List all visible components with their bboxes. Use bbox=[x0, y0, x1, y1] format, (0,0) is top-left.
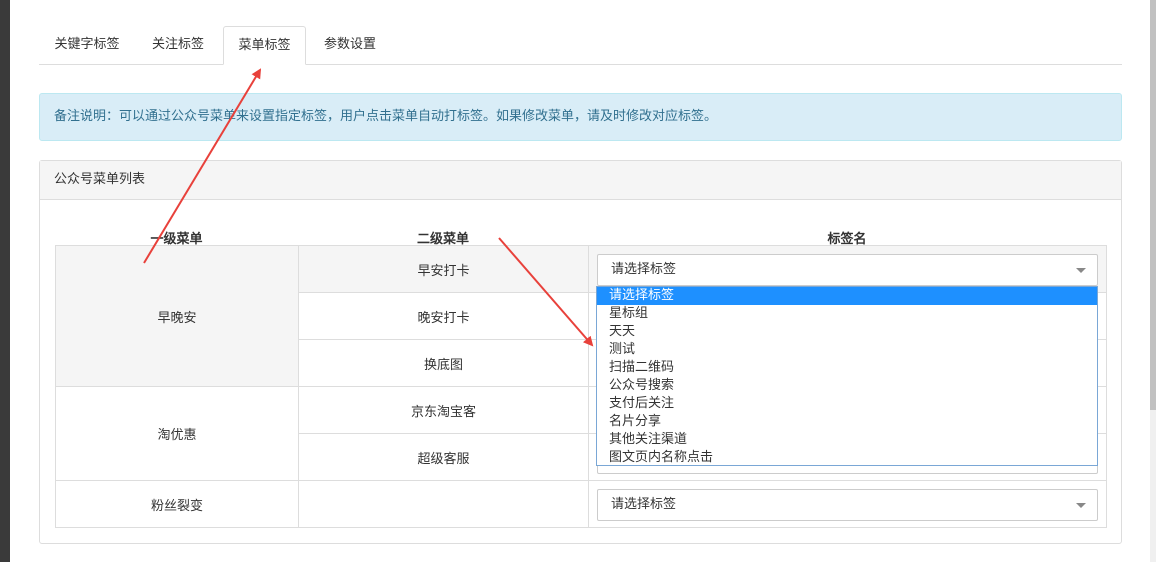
tag-select[interactable]: 请选择标签 bbox=[597, 254, 1098, 286]
secondary-menu-label: 换底图 bbox=[423, 357, 463, 373]
tab-keyword-tags[interactable]: 关键字标签 bbox=[39, 26, 135, 63]
tag-select[interactable]: 请选择标签 bbox=[597, 489, 1098, 521]
info-alert: 备注说明：可以通过公众号菜单来设置指定标签，用户点击菜单自动打标签。如果修改菜单… bbox=[39, 93, 1122, 141]
left-dark-sidebar bbox=[0, 0, 10, 562]
tab-follow-tags[interactable]: 关注标签 bbox=[138, 26, 218, 63]
dropdown-option[interactable]: 测试 bbox=[597, 341, 1097, 359]
tab-menu-tags[interactable]: 菜单标签 bbox=[223, 26, 306, 65]
secondary-menu-label: 京东淘宝客 bbox=[410, 404, 476, 420]
tag-select-value: 请选择标签 bbox=[611, 262, 677, 277]
scrollbar[interactable] bbox=[1150, 0, 1156, 562]
primary-menu-cell: 早晚安 bbox=[55, 245, 299, 387]
dropdown-option[interactable]: 名片分享 bbox=[597, 413, 1097, 431]
tab-parameter-settings[interactable]: 参数设置 bbox=[310, 26, 390, 63]
dropdown-option[interactable]: 公众号搜索 bbox=[597, 377, 1097, 395]
primary-menu-cell: 淘优惠 bbox=[55, 386, 299, 481]
tag-dropdown-list[interactable]: 请选择标签 星标组 天天 测试 扫描二维码 公众号搜索 支付后关注 名片分享 其… bbox=[596, 286, 1098, 466]
primary-menu-cell: 粉丝裂变 bbox=[55, 480, 299, 528]
secondary-menu-cell: 京东淘宝客 bbox=[298, 386, 589, 434]
dropdown-option[interactable]: 请选择标签 bbox=[597, 287, 1097, 305]
secondary-menu-cell: 早安打卡 bbox=[298, 245, 589, 293]
panel-title: 公众号菜单列表 bbox=[40, 161, 1121, 200]
dropdown-option[interactable]: 其他关注渠道 bbox=[597, 431, 1097, 449]
secondary-menu-label: 超级客服 bbox=[417, 451, 470, 467]
primary-menu-label: 淘优惠 bbox=[157, 428, 197, 443]
secondary-menu-cell: 超级客服 bbox=[298, 433, 589, 481]
secondary-menu-cell: 换底图 bbox=[298, 339, 589, 387]
scrollbar-thumb[interactable] bbox=[1150, 0, 1156, 410]
secondary-menu-cell bbox=[298, 480, 589, 528]
chevron-down-icon bbox=[1076, 268, 1086, 273]
secondary-menu-label: 早安打卡 bbox=[417, 263, 470, 279]
dropdown-option[interactable]: 星标组 bbox=[597, 305, 1097, 323]
primary-menu-label: 粉丝裂变 bbox=[150, 498, 203, 514]
info-alert-text: 备注说明：可以通过公众号菜单来设置指定标签，用户点击菜单自动打标签。如果修改菜单… bbox=[54, 109, 718, 124]
tag-select-value: 请选择标签 bbox=[611, 497, 677, 512]
secondary-menu-cell: 晚安打卡 bbox=[298, 292, 589, 340]
dropdown-option[interactable]: 支付后关注 bbox=[597, 395, 1097, 413]
primary-menu-label: 早晚安 bbox=[157, 310, 197, 326]
dropdown-option[interactable]: 扫描二维码 bbox=[597, 359, 1097, 377]
chevron-down-icon bbox=[1076, 503, 1086, 508]
dropdown-option[interactable]: 图文页内名称点击 bbox=[597, 449, 1097, 467]
secondary-menu-label: 晚安打卡 bbox=[417, 310, 470, 326]
dropdown-option[interactable]: 天天 bbox=[597, 323, 1097, 341]
tab-bar: 关键字标签 关注标签 菜单标签 参数设置 bbox=[39, 26, 1122, 65]
